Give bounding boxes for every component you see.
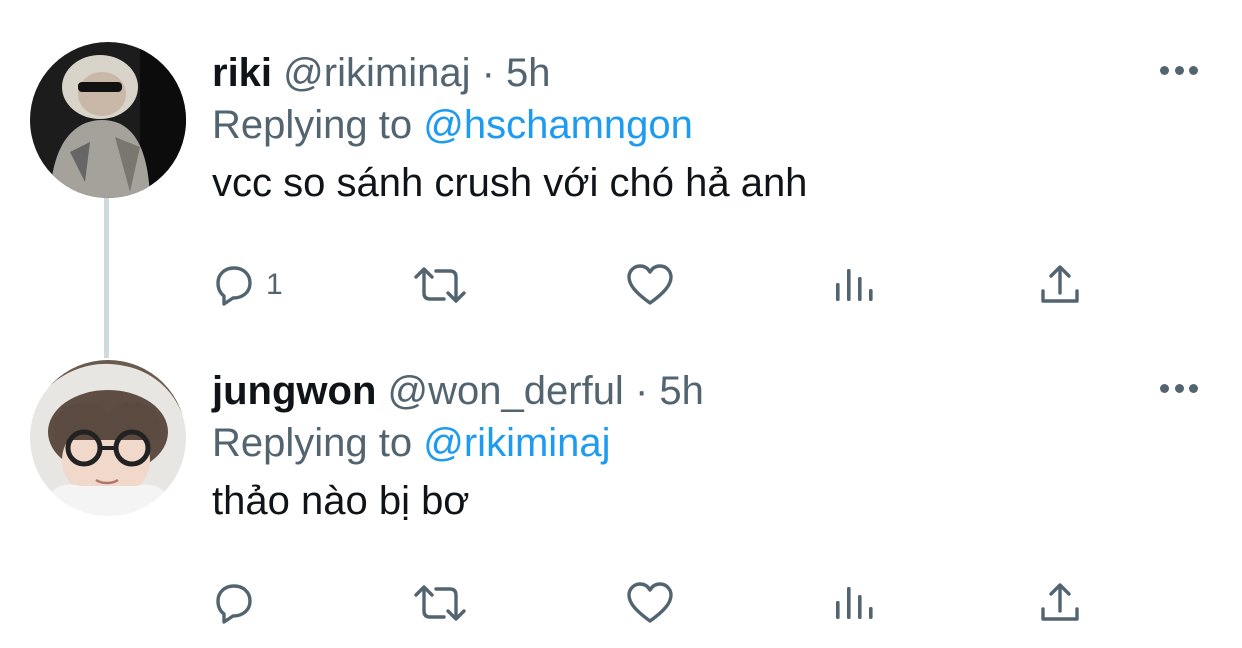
more-icon[interactable] [1160, 382, 1198, 394]
display-name[interactable]: riki [212, 51, 272, 95]
reply-count: 1 [266, 268, 283, 301]
share-button[interactable] [1038, 260, 1082, 310]
analytics-button[interactable] [832, 578, 876, 628]
tweet-2[interactable]: jungwon @won_derful · 5h Replying to @ri… [0, 330, 1242, 648]
replying-to-mention[interactable]: @rikiminaj [423, 421, 610, 465]
replying-to: Replying to @hschamngon [212, 98, 1202, 152]
display-name[interactable]: jungwon [212, 369, 376, 413]
share-icon [1041, 583, 1079, 621]
tweet-actions [212, 578, 1092, 628]
tweet-1[interactable]: riki @rikiminaj · 5h Replying to @hscham… [0, 0, 1242, 358]
like-icon [627, 264, 673, 305]
tweet-header: riki @rikiminaj · 5h [212, 48, 1202, 98]
tweet-text: vcc so sánh crush với chó hả anh [212, 161, 808, 205]
replying-to-label: Replying to [212, 421, 413, 465]
reply-button[interactable] [212, 578, 266, 628]
timestamp[interactable]: 5h [659, 369, 704, 413]
like-button[interactable] [626, 260, 674, 310]
timestamp[interactable]: 5h [506, 51, 551, 95]
replying-to: Replying to @rikiminaj [212, 416, 1202, 470]
analytics-icon [836, 269, 873, 301]
analytics-button[interactable] [832, 260, 876, 310]
separator-dot: · [634, 369, 649, 413]
handle[interactable]: @rikiminaj [283, 51, 470, 95]
reply-button[interactable]: 1 [212, 260, 283, 310]
reply-icon [216, 584, 252, 624]
avatar-jungwon[interactable] [30, 360, 186, 516]
like-icon [627, 582, 673, 623]
tweet-content: jungwon @won_derful · 5h Replying to @ri… [212, 366, 1202, 530]
avatar-riki[interactable] [30, 42, 186, 198]
tweet-actions: 1 [212, 260, 1092, 310]
like-button[interactable] [626, 578, 674, 628]
tweet-header: jungwon @won_derful · 5h [212, 366, 1202, 416]
retweet-icon [414, 585, 466, 621]
retweet-button[interactable] [412, 578, 468, 628]
retweet-icon [414, 267, 466, 303]
separator-dot: · [481, 51, 495, 95]
reply-icon [216, 266, 252, 306]
replying-to-mention[interactable]: @hschamngon [423, 103, 693, 147]
retweet-button[interactable] [412, 260, 468, 310]
handle[interactable]: @won_derful [388, 369, 624, 413]
share-icon [1041, 265, 1079, 303]
more-icon[interactable] [1160, 64, 1198, 76]
tweet-text: thảo nào bị bơ [212, 479, 470, 523]
analytics-icon [836, 587, 873, 619]
tweet-content: riki @rikiminaj · 5h Replying to @hscham… [212, 48, 1202, 212]
share-button[interactable] [1038, 578, 1082, 628]
replying-to-label: Replying to [212, 103, 413, 147]
